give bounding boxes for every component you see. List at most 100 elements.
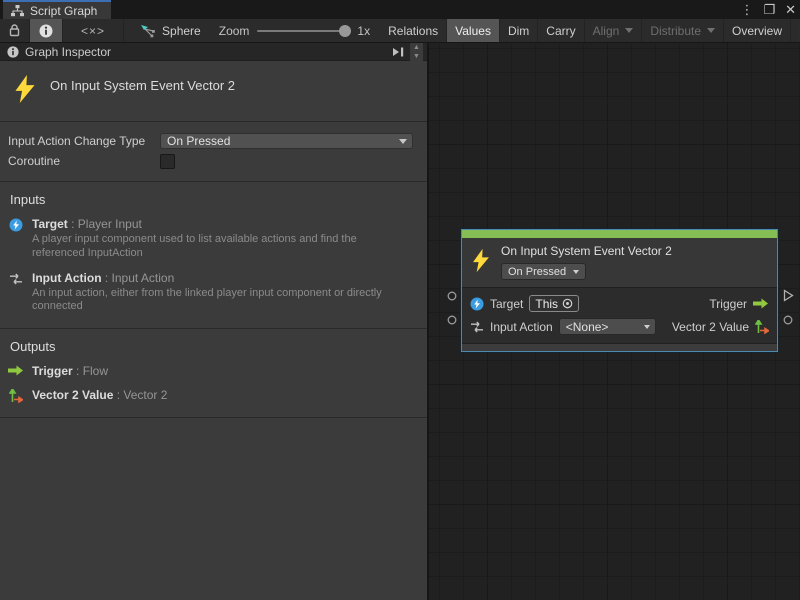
inspector-node-title: On Input System Event Vector 2 [50,75,235,93]
input-action-icon [8,271,24,315]
vector2-port-label: Vector 2 Value [672,320,749,334]
dim-button[interactable]: Dim [500,19,538,42]
target-object-field[interactable]: This [529,295,579,312]
chevron-down-icon [707,28,715,33]
port-description: An input action, either from the linked … [32,287,402,315]
port-type: : Vector 2 [113,388,167,402]
output-doc-vector2: Vector 2 Value : Vector 2 [8,388,413,403]
port-type: : Player Input [68,217,142,231]
port-name: Target [32,217,68,231]
outputs-heading: Outputs [8,339,413,354]
coroutine-checkbox[interactable] [160,154,175,169]
port-name: Trigger [32,364,73,378]
input-action-input-port[interactable] [447,315,457,325]
graph-name-label: Sphere [162,24,201,38]
align-label: Align [593,24,620,38]
window-close-icon[interactable]: ✕ [785,0,796,19]
window-controls: ⋮ ❐ ✕ [740,0,796,19]
change-type-row: Input Action Change Type On Pressed [8,131,413,151]
values-button[interactable]: Values [447,19,500,42]
output-doc-trigger: Trigger : Flow [8,364,413,378]
target-input-port[interactable] [447,291,457,301]
zoom-value: 1x [357,24,370,38]
graph-canvas[interactable]: On Input System Event Vector 2 On Presse… [429,43,800,600]
graph-node-icon [140,24,155,38]
input-doc-input-action: Input Action : Input Action An input act… [8,271,413,315]
change-type-label: Input Action Change Type [8,134,160,148]
port-type: : Flow [73,364,108,378]
flow-arrow-icon [8,364,24,378]
info-icon [7,46,19,58]
window-maximize-icon[interactable]: ❐ [763,0,775,19]
overview-button[interactable]: Overview [724,19,791,42]
full-screen-button[interactable]: Full Screen [791,19,800,42]
tab-bar: Script Graph ⋮ ❐ ✕ [0,0,800,19]
change-type-value: On Pressed [167,134,230,148]
node-title: On Input System Event Vector 2 [501,244,672,258]
event-type-dropdown[interactable]: On Pressed [501,263,586,280]
event-type-value: On Pressed [508,266,566,278]
graph-hierarchy-icon [11,5,24,17]
target-port-label: Target [490,297,523,311]
vector2-icon [755,320,769,334]
values-label: Values [455,24,491,38]
scroll-down-button[interactable]: ▼ [410,52,423,61]
code-preview-button[interactable]: <×> [63,19,124,42]
carry-label: Carry [546,24,575,38]
port-name: Vector 2 Value [32,388,113,402]
zoom-control: Zoom 1x [209,19,380,42]
coroutine-label: Coroutine [8,154,160,168]
chevron-down-icon [573,270,579,274]
port-description: A player input component used to list av… [32,233,402,261]
change-type-dropdown[interactable]: On Pressed [160,133,413,149]
graph-inspector-panel: Graph Inspector ▲ ▼ On Input System Even… [0,43,429,600]
inputs-heading: Inputs [8,192,413,207]
input-action-dropdown[interactable]: <None> [559,318,656,335]
zoom-label: Zoom [219,24,250,38]
vector2-icon [8,388,24,403]
port-row-target-trigger: Target This Trigger [470,292,769,315]
event-node[interactable]: On Input System Event Vector 2 On Presse… [461,229,778,352]
scroll-up-button[interactable]: ▲ [410,43,423,52]
node-footer [462,343,777,351]
chevron-down-icon [399,139,407,144]
zoom-slider[interactable] [257,30,349,32]
lightning-bolt-icon [14,75,36,103]
relations-button[interactable]: Relations [380,19,447,42]
input-doc-target: Target : Player Input A player input com… [8,217,413,261]
tab-script-graph[interactable]: Script Graph [3,0,111,19]
trigger-output-port[interactable] [783,289,794,302]
input-action-icon [470,320,484,334]
info-icon [39,24,53,38]
lock-icon [9,24,20,37]
object-picker-icon[interactable] [562,298,573,309]
lock-button[interactable] [0,19,30,42]
graph-inspector-header: Graph Inspector ▲ ▼ [0,43,427,61]
target-object-value: This [535,297,558,311]
vector2-output-port[interactable] [783,315,793,325]
align-button[interactable]: Align [585,19,643,42]
graph-toolbar: <×> Sphere Zoom 1x Relations Values Dim … [0,19,800,43]
node-event-strip [462,230,777,238]
carry-button[interactable]: Carry [538,19,584,42]
dim-label: Dim [508,24,529,38]
graph-breadcrumb[interactable]: Sphere [124,19,209,42]
distribute-label: Distribute [650,24,701,38]
input-action-value: <None> [566,320,609,334]
inspector-empty-area [0,418,427,600]
node-header[interactable]: On Input System Event Vector 2 On Presse… [462,238,777,288]
relations-label: Relations [388,24,438,38]
inspector-scrollbar: ▲ ▼ [410,43,423,61]
port-name: Input Action [32,271,102,285]
lightning-bolt-icon [472,248,490,273]
port-row-inputaction-vector2: Input Action <None> Vector 2 Value [470,315,769,338]
coroutine-row: Coroutine [8,151,413,171]
window-menu-icon[interactable]: ⋮ [740,0,753,19]
expand-panel-icon[interactable] [392,47,404,57]
outputs-section: Outputs Trigger : Flow [0,329,427,418]
distribute-button[interactable]: Distribute [642,19,724,42]
zoom-slider-knob[interactable] [339,25,351,37]
main-area: Graph Inspector ▲ ▼ On Input System Even… [0,43,800,600]
trigger-port-label: Trigger [709,297,747,311]
inspector-toggle-button[interactable] [30,19,63,42]
